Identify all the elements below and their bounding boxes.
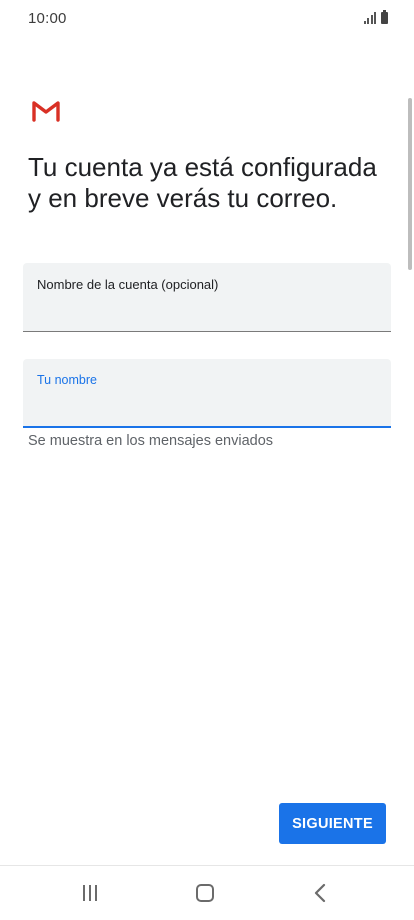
your-name-helper-text: Se muestra en los mensajes enviados (28, 433, 274, 449)
account-name-input[interactable] (37, 299, 377, 321)
your-name-label: Tu nombre (37, 373, 97, 387)
next-button[interactable]: SIGUIENTE (279, 803, 386, 844)
status-time: 10:00 (28, 10, 67, 27)
recents-icon[interactable] (80, 883, 100, 903)
signal-icon (364, 12, 376, 24)
gmail-logo-icon (32, 101, 60, 122)
home-icon[interactable] (196, 884, 214, 902)
status-bar: 10:00 (0, 0, 414, 40)
your-name-input[interactable] (37, 395, 377, 417)
battery-icon (381, 10, 388, 24)
account-name-field[interactable]: Nombre de la cuenta (opcional) (23, 263, 391, 332)
scrollbar[interactable] (408, 98, 412, 270)
your-name-field[interactable]: Tu nombre (23, 359, 391, 428)
status-icons (364, 10, 388, 24)
navigation-bar (0, 865, 414, 920)
account-name-label: Nombre de la cuenta (opcional) (37, 277, 219, 292)
page-title: Tu cuenta ya está configurada y en breve… (28, 152, 377, 213)
back-icon[interactable] (312, 882, 328, 904)
